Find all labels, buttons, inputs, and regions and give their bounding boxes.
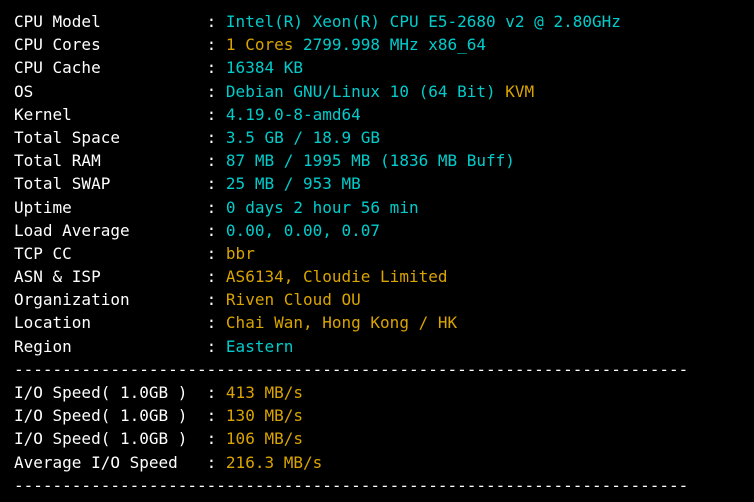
row-value: Intel(R) Xeon(R) CPU E5-2680 v2 @ 2.80GH… — [226, 12, 621, 31]
row-colon: : — [207, 151, 226, 170]
info-row: I/O Speed( 1.0GB ) : 130 MB/s — [14, 404, 740, 427]
info-row: CPU Model : Intel(R) Xeon(R) CPU E5-2680… — [14, 10, 740, 33]
row-label: Organization — [14, 290, 207, 309]
section-divider: ----------------------------------------… — [14, 474, 740, 497]
row-colon: : — [207, 244, 226, 263]
row-colon: : — [207, 313, 226, 332]
row-colon: : — [207, 221, 226, 240]
row-value: 2799.998 MHz x86_64 — [293, 35, 486, 54]
info-row: Location : Chai Wan, Hong Kong / HK — [14, 311, 740, 334]
info-row: Load Average : 0.00, 0.00, 0.07 — [14, 219, 740, 242]
row-colon: : — [207, 174, 226, 193]
row-colon: : — [207, 406, 226, 425]
row-value: 3.5 GB / 18.9 GB — [226, 128, 380, 147]
row-colon: : — [207, 12, 226, 31]
info-row: Total RAM : 87 MB / 1995 MB (1836 MB Buf… — [14, 149, 740, 172]
section-divider: ----------------------------------------… — [14, 358, 740, 381]
row-label: I/O Speed( 1.0GB ) — [14, 429, 207, 448]
row-value: AS6134, Cloudie Limited — [226, 267, 448, 286]
info-row: Kernel : 4.19.0-8-amd64 — [14, 103, 740, 126]
row-label: Total Space — [14, 128, 207, 147]
system-info-block: CPU Model : Intel(R) Xeon(R) CPU E5-2680… — [14, 10, 740, 358]
row-value: 25 MB / 953 MB — [226, 174, 361, 193]
row-label: CPU Model — [14, 12, 207, 31]
row-value: 216.3 MB/s — [226, 453, 322, 472]
row-label: Total SWAP — [14, 174, 207, 193]
row-label: I/O Speed( 1.0GB ) — [14, 406, 207, 425]
row-value: KVM — [505, 82, 534, 101]
info-row: Region : Eastern — [14, 335, 740, 358]
info-row: Organization : Riven Cloud OU — [14, 288, 740, 311]
io-speed-block: I/O Speed( 1.0GB ) : 413 MB/sI/O Speed( … — [14, 381, 740, 474]
row-value: Chai Wan, Hong Kong / HK — [226, 313, 457, 332]
row-colon: : — [207, 267, 226, 286]
row-colon: : — [207, 290, 226, 309]
info-row: I/O Speed( 1.0GB ) : 106 MB/s — [14, 427, 740, 450]
row-label: Load Average — [14, 221, 207, 240]
row-value: Riven Cloud OU — [226, 290, 361, 309]
row-label: Total RAM — [14, 151, 207, 170]
info-row: TCP CC : bbr — [14, 242, 740, 265]
row-label: Region — [14, 337, 207, 356]
row-label: OS — [14, 82, 207, 101]
row-label: ASN & ISP — [14, 267, 207, 286]
row-colon: : — [207, 58, 226, 77]
info-row: I/O Speed( 1.0GB ) : 413 MB/s — [14, 381, 740, 404]
row-colon: : — [207, 429, 226, 448]
row-colon: : — [207, 128, 226, 147]
row-colon: : — [207, 383, 226, 402]
row-colon: : — [207, 105, 226, 124]
info-row: Uptime : 0 days 2 hour 56 min — [14, 196, 740, 219]
row-colon: : — [207, 198, 226, 217]
row-label: CPU Cache — [14, 58, 207, 77]
terminal-output: CPU Model : Intel(R) Xeon(R) CPU E5-2680… — [0, 0, 754, 502]
row-label: I/O Speed( 1.0GB ) — [14, 383, 207, 402]
row-value: bbr — [226, 244, 255, 263]
row-value: 0.00, 0.00, 0.07 — [226, 221, 380, 240]
info-row: ASN & ISP : AS6134, Cloudie Limited — [14, 265, 740, 288]
info-row: CPU Cache : 16384 KB — [14, 56, 740, 79]
row-label: TCP CC — [14, 244, 207, 263]
row-colon: : — [207, 337, 226, 356]
info-row: Total SWAP : 25 MB / 953 MB — [14, 172, 740, 195]
row-value: 0 days 2 hour 56 min — [226, 198, 419, 217]
info-row: Average I/O Speed : 216.3 MB/s — [14, 451, 740, 474]
row-label: Location — [14, 313, 207, 332]
row-value: 106 MB/s — [226, 429, 303, 448]
row-label: Average I/O Speed — [14, 453, 207, 472]
row-colon: : — [207, 82, 226, 101]
row-value: 413 MB/s — [226, 383, 303, 402]
row-value: 1 Cores — [226, 35, 293, 54]
row-label: CPU Cores — [14, 35, 207, 54]
row-value: 16384 KB — [226, 58, 303, 77]
row-value: 4.19.0-8-amd64 — [226, 105, 361, 124]
info-row: Total Space : 3.5 GB / 18.9 GB — [14, 126, 740, 149]
row-value: 87 MB / 1995 MB (1836 MB Buff) — [226, 151, 515, 170]
row-value: Debian GNU/Linux 10 (64 Bit) — [226, 82, 505, 101]
row-label: Uptime — [14, 198, 207, 217]
row-colon: : — [207, 35, 226, 54]
row-value: Eastern — [226, 337, 293, 356]
row-colon: : — [207, 453, 226, 472]
info-row: CPU Cores : 1 Cores 2799.998 MHz x86_64 — [14, 33, 740, 56]
row-label: Kernel — [14, 105, 207, 124]
info-row: OS : Debian GNU/Linux 10 (64 Bit) KVM — [14, 80, 740, 103]
row-value: 130 MB/s — [226, 406, 303, 425]
